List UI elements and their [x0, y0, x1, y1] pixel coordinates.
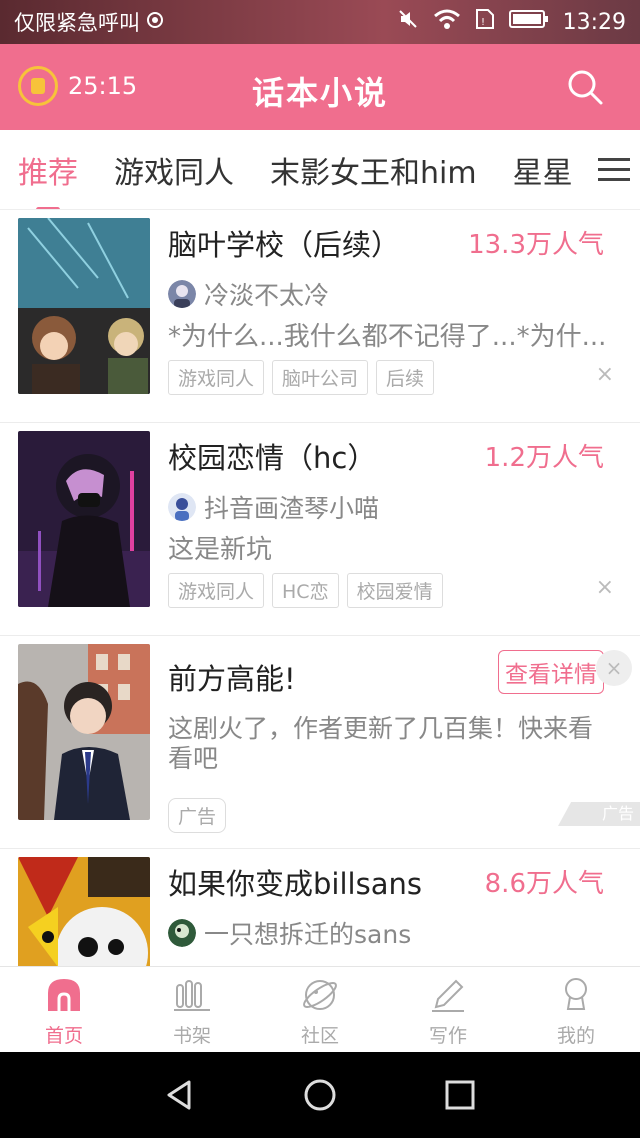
story-title: 校园恋情（hc）	[168, 441, 377, 475]
tab-recommend[interactable]: 推荐	[18, 148, 78, 209]
battery-icon	[508, 9, 549, 35]
nav-profile[interactable]: 我的	[512, 967, 640, 1052]
tab-stars[interactable]: 星星	[513, 148, 573, 192]
nav-write[interactable]: 写作	[384, 967, 512, 1052]
avatar	[168, 919, 196, 947]
avatar	[168, 280, 196, 308]
popularity-count: 1.2万人气	[484, 443, 604, 473]
wifi-icon	[433, 8, 461, 36]
dismiss-icon[interactable]: ×	[596, 575, 614, 600]
nav-write-label: 写作	[428, 1025, 467, 1047]
hotspot-icon	[146, 10, 164, 34]
author-row[interactable]: 一只想拆迁的sans	[168, 915, 411, 951]
ad-image	[18, 644, 150, 820]
ad-badge: 广告	[558, 802, 640, 826]
home-circle-icon[interactable]	[303, 1078, 337, 1112]
profile-icon	[565, 978, 587, 1010]
story-cover	[18, 857, 150, 966]
planet-icon	[303, 980, 337, 1010]
story-list: 脑叶学校（后续） 13.3万人气 冷淡不太冷 *为什么...我什么都不记得了..…	[0, 210, 640, 966]
carrier-label: 仅限紧急呼叫	[14, 11, 140, 35]
popularity-count: 8.6万人气	[484, 869, 604, 899]
nav-profile-label: 我的	[556, 1025, 595, 1047]
recents-icon[interactable]	[443, 1078, 477, 1112]
ad-close-icon[interactable]: ×	[596, 650, 632, 686]
pen-icon	[432, 979, 464, 1012]
author-name: 一只想拆迁的sans	[204, 920, 412, 949]
bottom-nav: 首页 书架 社区 写作 我的	[0, 966, 640, 1052]
search-button[interactable]	[566, 68, 604, 106]
app-title: 话本小说	[251, 74, 388, 112]
nav-bookshelf[interactable]: 书架	[128, 967, 256, 1052]
dismiss-icon[interactable]: ×	[596, 362, 614, 387]
tab-menu-icon[interactable]	[598, 158, 630, 182]
search-icon	[568, 70, 603, 105]
app-header: 25:15 话本小说	[0, 44, 640, 130]
story-cover	[18, 431, 150, 607]
ad-item[interactable]: 前方高能! 查看详情 × 这剧火了，作者更新了几百集！快来看看吧 广告 广告	[0, 636, 640, 849]
popularity-count: 13.3万人气	[468, 230, 604, 260]
bookshelf-icon	[174, 980, 210, 1011]
tag-list: 游戏同人 脑叶公司 后续	[168, 360, 435, 395]
view-details-button[interactable]: 查看详情	[498, 650, 604, 694]
tag-list: 游戏同人 HC恋 校园爱情	[168, 573, 443, 608]
avatar	[168, 493, 196, 521]
tab-game-fanfic[interactable]: 游戏同人	[114, 148, 234, 192]
story-item[interactable]: 脑叶学校（后续） 13.3万人气 冷淡不太冷 *为什么...我什么都不记得了..…	[0, 210, 640, 423]
svg-text:!: !	[481, 17, 485, 28]
author-name: 冷淡不太冷	[204, 281, 330, 310]
tag[interactable]: HC恋	[272, 573, 339, 608]
story-title: 脑叶学校（后续）	[168, 228, 401, 262]
tag[interactable]: 脑叶公司	[272, 360, 369, 395]
story-title: 如果你变成billsans	[168, 867, 422, 901]
tag[interactable]: 游戏同人	[168, 360, 265, 395]
tag[interactable]: 校园爱情	[346, 573, 443, 608]
clock: 13:29	[562, 9, 626, 35]
system-nav-bar	[0, 1052, 640, 1138]
ad-tag: 广告	[168, 798, 227, 833]
sim-icon: !	[475, 8, 495, 36]
nav-home[interactable]: 首页	[0, 967, 128, 1052]
status-icons: ! 13:29	[397, 8, 626, 36]
tab-ender-queen[interactable]: 末影女王和him	[270, 148, 477, 192]
tag[interactable]: 游戏同人	[168, 573, 265, 608]
ad-title: 前方高能!	[168, 662, 296, 696]
status-bar: 仅限紧急呼叫 ! 13:29	[0, 0, 640, 44]
nav-community[interactable]: 社区	[256, 967, 384, 1052]
author-row[interactable]: 抖音画渣琴小喵	[168, 489, 379, 525]
home-icon	[48, 979, 80, 1011]
mute-icon	[397, 8, 419, 36]
author-name: 抖音画渣琴小喵	[204, 494, 380, 523]
author-row[interactable]: 冷淡不太冷	[168, 276, 329, 312]
story-item[interactable]: 如果你变成billsans 8.6万人气 一只想拆迁的sans	[0, 849, 640, 966]
nav-bookshelf-label: 书架	[172, 1025, 211, 1047]
nav-home-label: 首页	[44, 1025, 83, 1047]
ad-description: 这剧火了，作者更新了几百集！快来看看吧	[168, 714, 594, 773]
story-cover	[18, 218, 150, 394]
tag[interactable]: 后续	[376, 360, 435, 395]
nav-community-label: 社区	[300, 1025, 339, 1047]
carrier-area: 仅限紧急呼叫	[14, 7, 397, 37]
story-description: *为什么...我什么都不记得了...*为什...	[168, 322, 607, 352]
story-description: 这是新坑	[168, 535, 273, 565]
story-item[interactable]: 校园恋情（hc） 1.2万人气 抖音画渣琴小喵 这是新坑 游戏同人 HC恋 校园…	[0, 423, 640, 636]
back-icon[interactable]	[163, 1078, 197, 1112]
category-tabs: 推荐 游戏同人 末影女王和him 星星	[0, 130, 640, 210]
